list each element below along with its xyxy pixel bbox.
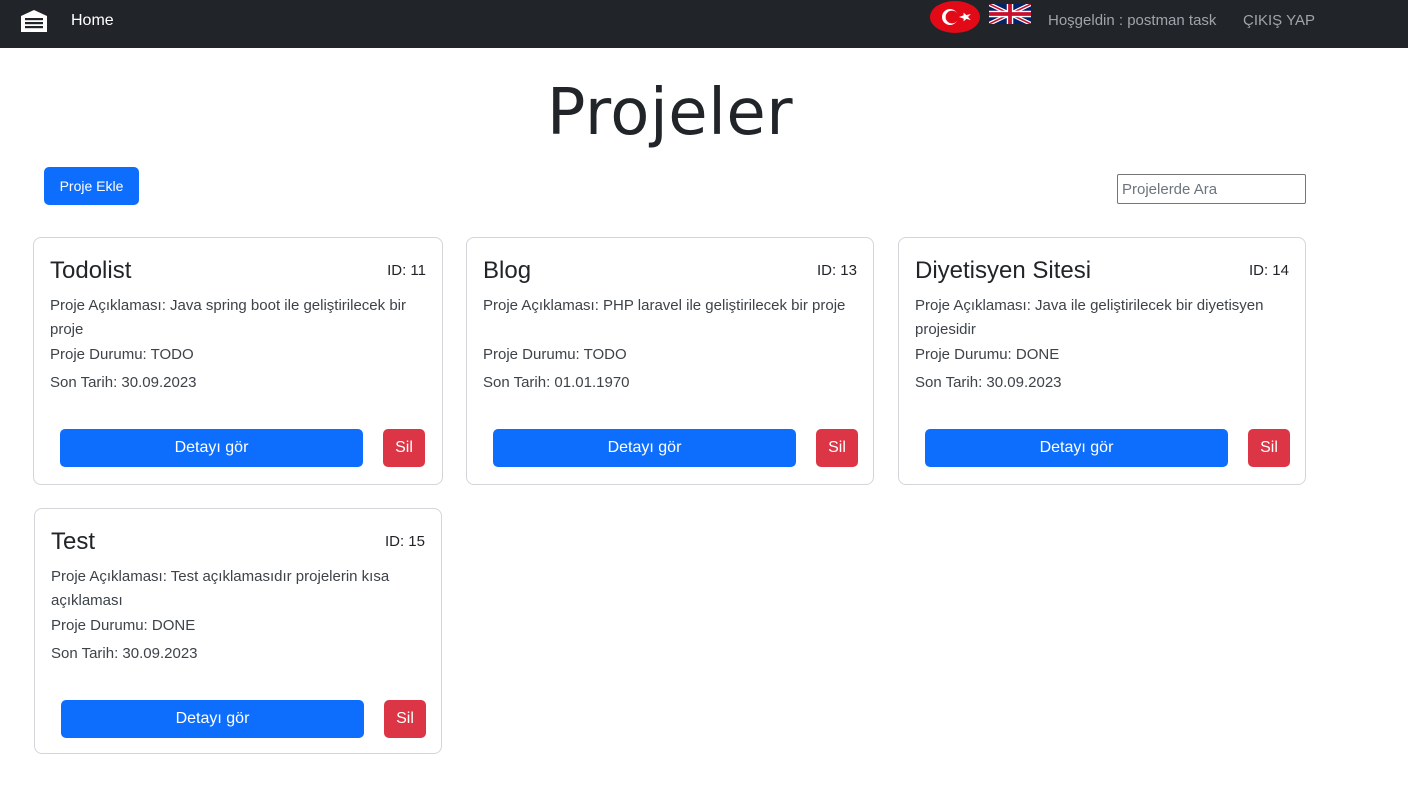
project-card: Todolist ID: 11 Proje Açıklaması: Java s… bbox=[33, 237, 443, 485]
project-due-date: Son Tarih: 30.09.2023 bbox=[915, 374, 1062, 391]
search-input[interactable] bbox=[1117, 174, 1306, 204]
project-title: Todolist bbox=[50, 257, 132, 284]
project-card: Test ID: 15 Proje Açıklaması: Test açıkl… bbox=[34, 508, 442, 754]
warehouse-icon[interactable] bbox=[20, 9, 48, 33]
project-description: Proje Açıklaması: Test açıklamasıdır pro… bbox=[51, 568, 390, 609]
delete-button[interactable]: Sil bbox=[1248, 429, 1290, 467]
view-detail-button[interactable]: Detayı gör bbox=[61, 700, 364, 738]
project-due-date: Son Tarih: 30.09.2023 bbox=[51, 645, 198, 662]
project-due-date: Son Tarih: 01.01.1970 bbox=[483, 374, 630, 391]
nav-home-link[interactable]: Home bbox=[71, 12, 114, 30]
project-due-date: Son Tarih: 30.09.2023 bbox=[50, 374, 197, 391]
view-detail-button[interactable]: Detayı gör bbox=[60, 429, 363, 467]
top-navbar: Home Hoşgeldin : postman task ÇIKIŞ YAP bbox=[0, 0, 1408, 48]
project-status: Proje Durumu: TODO bbox=[483, 346, 627, 363]
page-title: Projeler bbox=[546, 76, 794, 150]
project-status: Proje Durumu: DONE bbox=[51, 617, 196, 634]
project-status: Proje Durumu: TODO bbox=[50, 346, 194, 363]
project-description: Proje Açıklaması: Java ile geliştirilece… bbox=[915, 297, 1264, 338]
project-description: Proje Açıklaması: PHP laravel ile gelişt… bbox=[483, 297, 846, 314]
project-id: ID: 13 bbox=[816, 262, 857, 279]
project-title: Diyetisyen Sitesi bbox=[915, 257, 1092, 284]
welcome-text: Hoşgeldin : postman task bbox=[1048, 12, 1217, 29]
uk-flag-icon[interactable] bbox=[989, 4, 1031, 24]
delete-button[interactable]: Sil bbox=[816, 429, 858, 467]
project-description: Proje Açıklaması: Java spring boot ile g… bbox=[50, 297, 406, 338]
logout-link[interactable]: ÇIKIŞ YAP bbox=[1243, 12, 1315, 29]
view-detail-button[interactable]: Detayı gör bbox=[925, 429, 1228, 467]
project-title: Test bbox=[51, 528, 96, 555]
project-title: Blog bbox=[483, 257, 532, 284]
project-status: Proje Durumu: DONE bbox=[915, 346, 1060, 363]
turkey-flag-icon[interactable] bbox=[930, 1, 980, 33]
add-project-button[interactable]: Proje Ekle bbox=[44, 167, 139, 205]
project-id: ID: 11 bbox=[387, 262, 426, 279]
delete-button[interactable]: Sil bbox=[383, 429, 425, 467]
project-card: Diyetisyen Sitesi ID: 14 Proje Açıklamas… bbox=[898, 237, 1306, 485]
project-card: Blog ID: 13 Proje Açıklaması: PHP larave… bbox=[466, 237, 874, 485]
delete-button[interactable]: Sil bbox=[384, 700, 426, 738]
view-detail-button[interactable]: Detayı gör bbox=[493, 429, 796, 467]
project-id: ID: 15 bbox=[384, 533, 425, 550]
project-id: ID: 14 bbox=[1248, 262, 1289, 279]
